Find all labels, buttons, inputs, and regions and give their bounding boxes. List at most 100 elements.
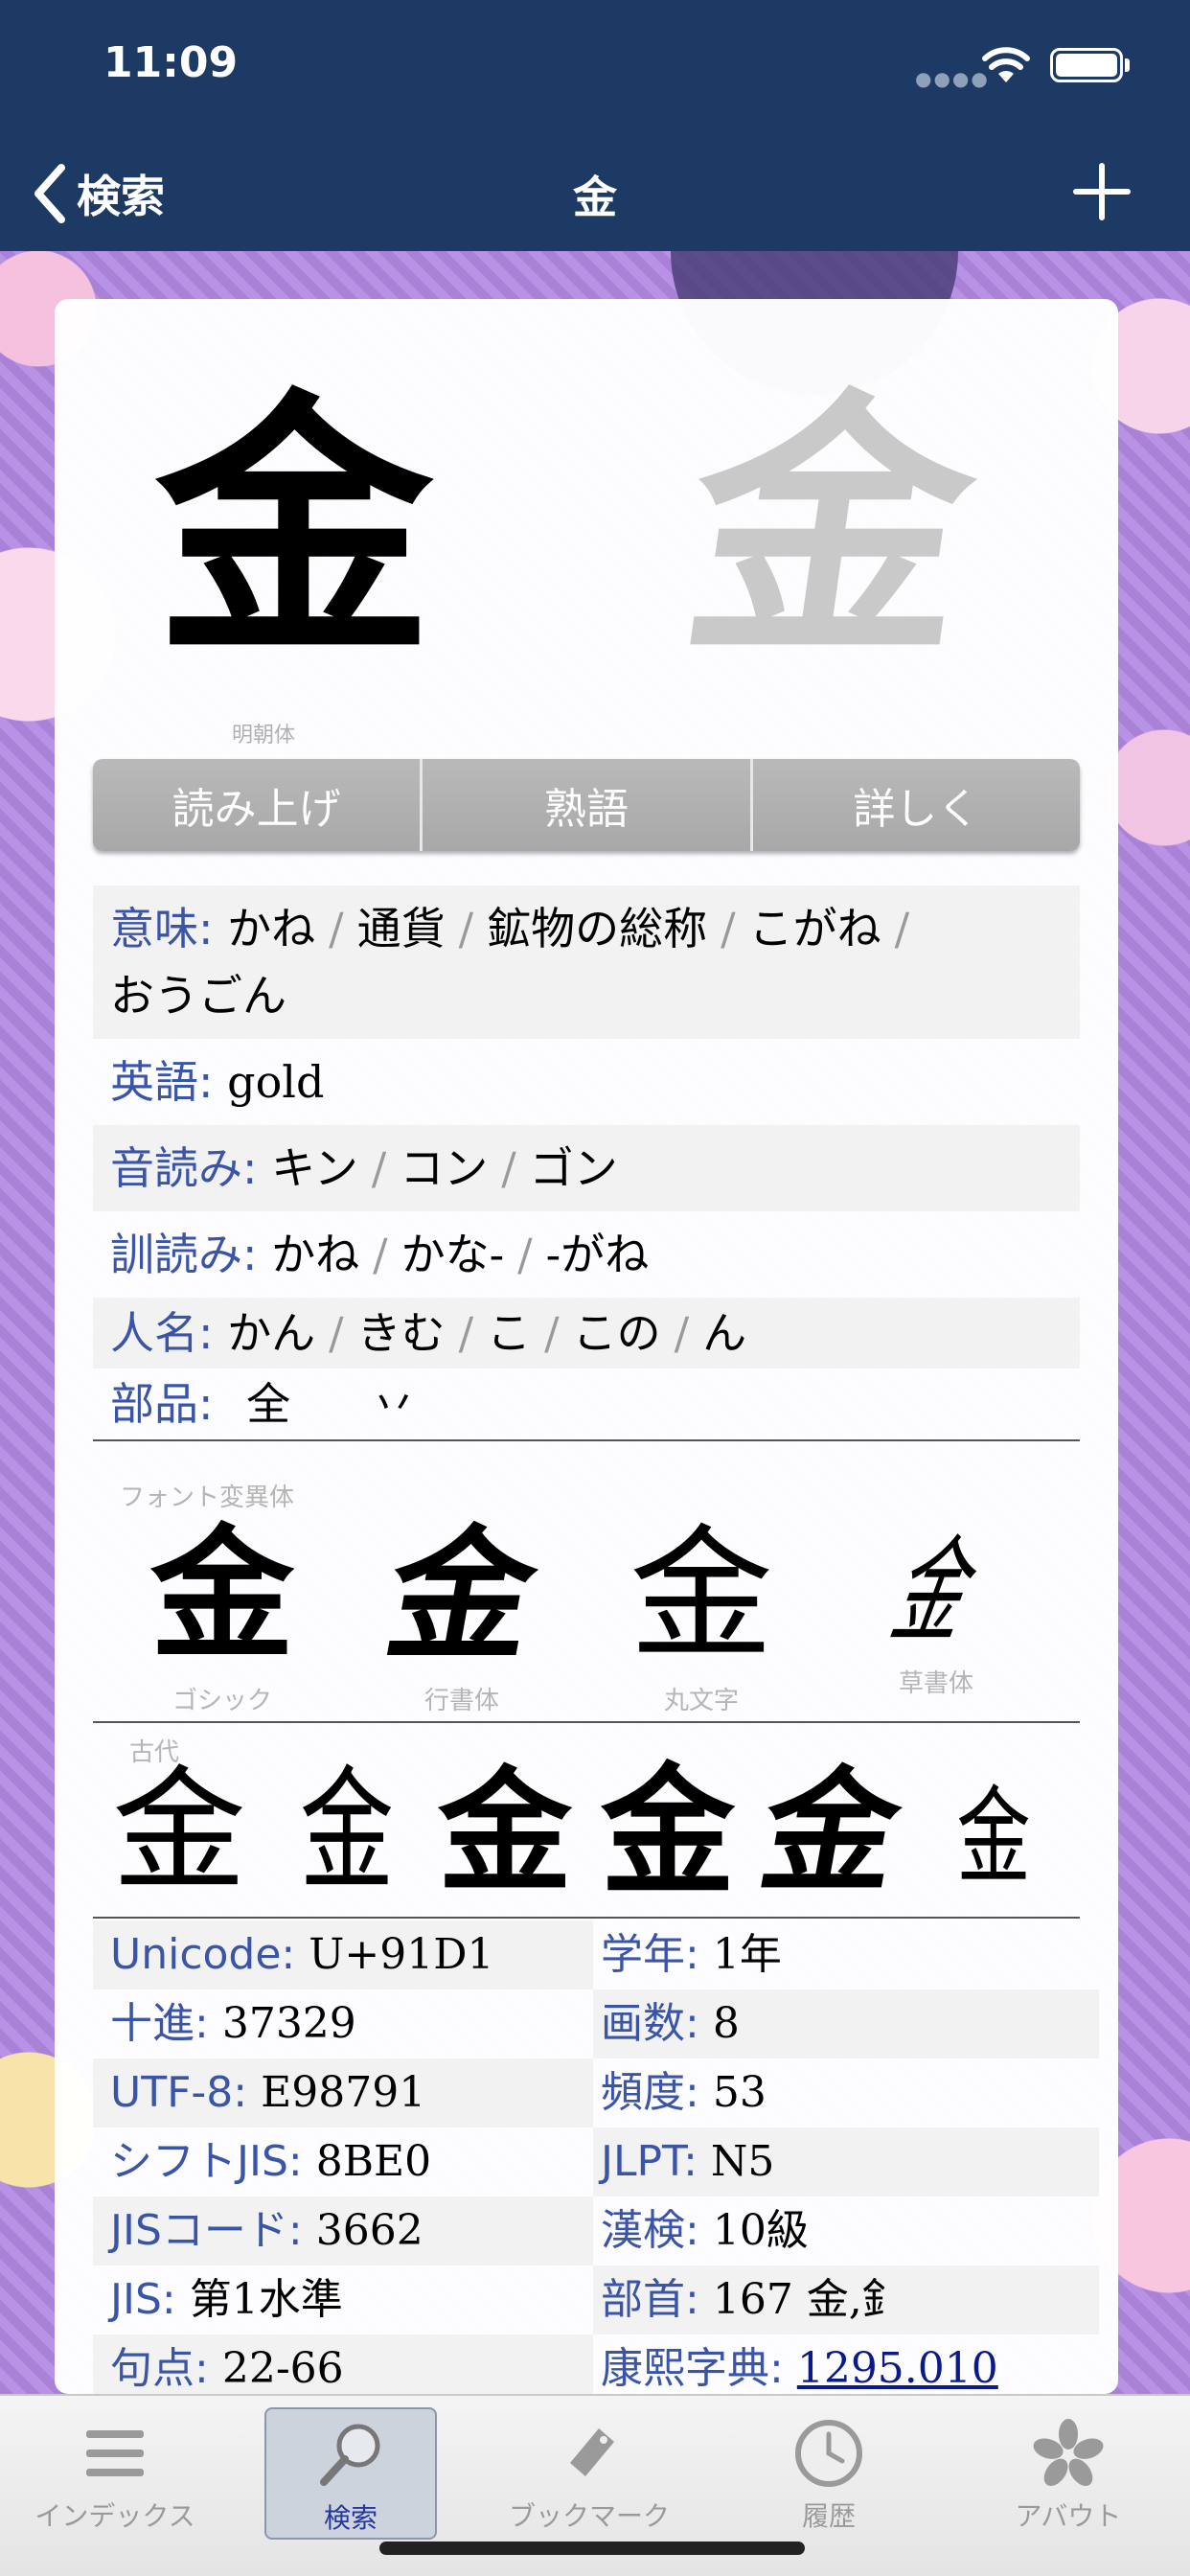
ancient-glyph: 金 xyxy=(300,1754,395,1910)
tab-label: 検索 xyxy=(323,2502,378,2534)
name-reading-label: 人名: xyxy=(110,1307,214,1359)
ancient-glyph: 金 xyxy=(749,1754,912,1911)
code-info-grid: Unicode: U+91D1 学年: 1年 十進: 37329 画数: 8 U… xyxy=(93,1920,1099,2394)
font-variants-section: フォント変異体 金 ゴシック 金 行書体 金 丸文字 金 草書体 xyxy=(93,1466,1080,1723)
on-reading-row: 音読み: キン / コン / ゴン xyxy=(93,1125,1080,1211)
meaning-value: 鉱物の総称 xyxy=(487,903,708,954)
clock-icon xyxy=(795,2420,862,2487)
plus-icon[interactable] xyxy=(1068,158,1135,225)
code-kanken: 漢検: 10級 xyxy=(601,2206,809,2255)
parts-row: 部品: 全 丷 xyxy=(93,1368,1080,1441)
battery-tip xyxy=(1125,58,1130,72)
kun-reading-row: 訓読み: かね / かな- / -がね xyxy=(110,1229,650,1280)
ancient-glyph: 金 xyxy=(112,1754,247,1910)
ancient-forms-section: 古代 金 金 金 金 金 金 xyxy=(93,1727,1080,1919)
meaning-value: おうごん xyxy=(110,970,286,1022)
wifi-icon xyxy=(982,47,1030,82)
cellular-signal-icon: ●●●● xyxy=(915,67,990,90)
code-shift-jis: シフトJIS: 8BE0 xyxy=(110,2137,432,2186)
code-stroke-count: 画数: 8 xyxy=(593,1990,1099,2058)
status-time: 11:09 xyxy=(103,38,239,87)
variant-caption: 丸文字 xyxy=(663,1687,739,1715)
compounds-button[interactable]: 熟語 xyxy=(420,759,749,851)
variant-maru: 金 丸文字 xyxy=(586,1524,816,1716)
variant-glyph: 金 xyxy=(375,1511,549,1680)
variant-glyph: 金 xyxy=(149,1512,294,1679)
tab-label: アバウト xyxy=(1015,2500,1122,2532)
kun-reading-value[interactable]: -がね xyxy=(546,1229,650,1280)
name-reading-row: 人名: かん / きむ / こ / この / ん xyxy=(93,1298,1080,1368)
name-reading-value: きむ xyxy=(356,1307,446,1359)
parts-label: 部品: xyxy=(110,1378,214,1430)
name-reading-value: ん xyxy=(702,1307,747,1359)
code-frequency: 頻度: 53 xyxy=(601,2068,767,2117)
variant-gyosho: 金 行書体 xyxy=(347,1511,577,1716)
list-icon xyxy=(86,2430,144,2476)
details-button[interactable]: 詳しく xyxy=(749,759,1080,851)
tab-label: 履歴 xyxy=(801,2500,856,2532)
code-kuten: 句点: 22-66 xyxy=(93,2334,593,2394)
part-component[interactable]: 全 xyxy=(246,1378,290,1430)
action-bar: 読み上げ 熟語 詳しく xyxy=(93,759,1080,851)
kun-reading-value[interactable]: かな- xyxy=(401,1229,505,1280)
stroke-order-glyph[interactable]: 金 xyxy=(669,366,993,692)
info-list: 意味: かね / 通貨 / 鉱物の総称 / こがね / おうごん 英語: gold 音読み: キ… xyxy=(93,886,1080,1441)
on-reading-value[interactable]: キン xyxy=(271,1142,358,1194)
variant-gothic: 金 ゴシック xyxy=(107,1524,337,1716)
tab-label: インデックス xyxy=(34,2500,195,2532)
variant-sosho: 金 草書体 xyxy=(821,1524,1051,1699)
ancient-glyph: 金 xyxy=(438,1754,573,1911)
ancient-glyph: 金 xyxy=(956,1776,1031,1898)
stroke-order-glyph-text: 金 xyxy=(669,366,993,692)
on-reading-value[interactable]: コン xyxy=(400,1142,488,1194)
meaning-value: こがね xyxy=(748,903,881,954)
code-grade: 学年: 1年 xyxy=(601,1930,782,1979)
name-reading-value: かん xyxy=(227,1307,316,1359)
navigation-bar: 検索 金 xyxy=(0,134,1190,251)
code-decimal: 十進: 37329 xyxy=(110,1999,356,2048)
status-bar: 11:09 ●●●● xyxy=(0,0,1190,134)
variant-caption: 草書体 xyxy=(898,1669,973,1698)
kanji-detail-card: 金 金 明朝体 読み上げ 熟語 詳しく 意味: かね / 通貨 / 鉱物の総称 / こがね /… xyxy=(55,299,1118,2394)
kun-reading-label: 訓読み: xyxy=(110,1229,258,1280)
meaning-value: 通貨 xyxy=(356,903,446,954)
variant-glyph: 金 xyxy=(877,1526,995,1659)
ancient-glyph: 金 xyxy=(601,1749,736,1916)
code-unicode: Unicode: U+91D1 xyxy=(93,1920,593,1990)
tab-search[interactable]: 検索 xyxy=(264,2407,437,2540)
variant-caption: 行書体 xyxy=(423,1687,499,1715)
code-kangxi: 康熙字典: 1295.010 xyxy=(601,2344,998,2393)
tab-history[interactable]: 履歴 xyxy=(743,2407,915,2540)
magnifier-icon xyxy=(320,2424,380,2486)
read-aloud-button[interactable]: 読み上げ xyxy=(93,759,420,851)
variant-glyph: 金 xyxy=(629,1512,773,1679)
tab-about[interactable]: アバウト xyxy=(982,2407,1155,2540)
tab-bookmark[interactable]: ブックマーク xyxy=(503,2407,675,2540)
name-reading-value: こ xyxy=(487,1307,532,1359)
meaning-label: 意味: xyxy=(110,903,214,954)
code-radical: 部首: 167 金,釒 xyxy=(593,2266,1099,2334)
kun-reading-value[interactable]: かね xyxy=(271,1229,359,1280)
battery-icon xyxy=(1050,48,1123,82)
english-row: 英語: gold xyxy=(93,1039,1080,1125)
home-indicator xyxy=(379,2542,805,2555)
tab-index[interactable]: インデックス xyxy=(29,2407,201,2540)
sakura-icon xyxy=(1033,2419,1104,2487)
code-jlpt: JLPT: N5 xyxy=(593,2128,1099,2196)
tab-label: ブックマーク xyxy=(508,2500,670,2532)
code-jis-code: JISコード: 3662 xyxy=(93,2196,593,2266)
bookmark-tag-icon xyxy=(570,2428,614,2476)
on-reading-value[interactable]: ゴン xyxy=(530,1142,618,1194)
mincho-caption: 明朝体 xyxy=(232,724,296,748)
meaning-row: 意味: かね / 通貨 / 鉱物の総称 / こがね / おうごん xyxy=(93,886,1080,1039)
page-title: 金 xyxy=(573,172,617,223)
part-component[interactable]: 丷 xyxy=(372,1378,416,1430)
code-jis-level: JIS: 第1水準 xyxy=(110,2275,343,2324)
glyph-display: 金 金 明朝体 xyxy=(55,299,1118,749)
english-value: gold xyxy=(227,1056,325,1108)
mincho-glyph: 金 xyxy=(155,366,433,692)
variant-caption: ゴシック xyxy=(172,1687,272,1715)
on-reading-label: 音読み: xyxy=(110,1142,258,1194)
font-variants-caption: フォント変異体 xyxy=(120,1484,295,1512)
kangxi-link[interactable]: 1295.010 xyxy=(797,2344,998,2393)
